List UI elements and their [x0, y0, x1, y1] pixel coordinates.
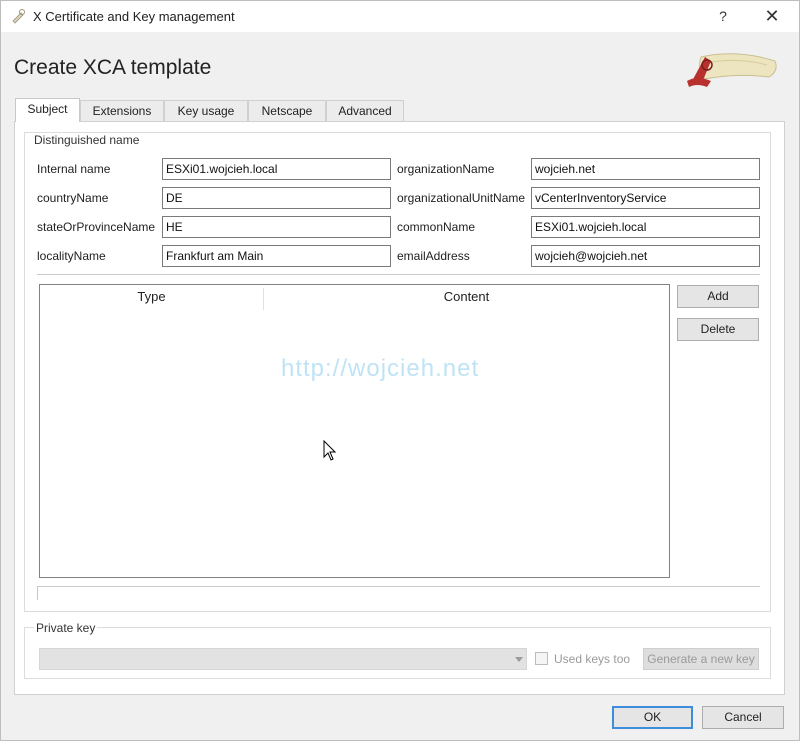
country-name-field[interactable]: DE: [162, 187, 391, 209]
tab-extensions[interactable]: Extensions: [80, 100, 164, 121]
generate-new-key-button[interactable]: Generate a new key: [643, 648, 759, 670]
add-button[interactable]: Add: [677, 285, 759, 308]
organizational-unit-label: organizationalUnitName: [397, 191, 526, 205]
country-name-label: countryName: [37, 191, 109, 205]
xca-scroll-logo-icon: [687, 53, 777, 87]
type-column-header[interactable]: Type: [40, 285, 263, 309]
dialog-heading: Create XCA template: [14, 56, 212, 79]
close-button[interactable]: ✕: [759, 4, 785, 28]
locality-name-label: localityName: [37, 249, 106, 263]
content-column-header[interactable]: Content: [264, 285, 669, 309]
locality-name-field[interactable]: Frankfurt am Main: [162, 245, 391, 267]
title-bar: X Certificate and Key management ? ✕: [1, 1, 799, 32]
internal-name-label: Internal name: [37, 162, 111, 176]
private-key-select[interactable]: [39, 648, 527, 670]
separator-top: [37, 274, 760, 275]
delete-button[interactable]: Delete: [677, 318, 759, 341]
ok-button[interactable]: OK: [612, 706, 693, 729]
separator-tick: [37, 586, 38, 600]
email-address-label: emailAddress: [397, 249, 470, 263]
help-button[interactable]: ?: [713, 6, 733, 26]
state-or-province-field[interactable]: HE: [162, 216, 391, 238]
used-keys-checkbox[interactable]: [535, 652, 548, 665]
separator-bottom: [37, 586, 760, 587]
cancel-button[interactable]: Cancel: [702, 706, 784, 729]
used-keys-label: Used keys too: [554, 652, 631, 666]
distinguished-name-title: Distinguished name: [32, 133, 142, 147]
tab-advanced[interactable]: Advanced: [326, 100, 404, 121]
certificate-app-icon: [12, 9, 25, 24]
subject-tab-panel: Distinguished name Internal name ESXi01.…: [14, 121, 785, 695]
internal-name-field[interactable]: ESXi01.wojcieh.local: [162, 158, 391, 180]
email-address-field[interactable]: wojcieh@wojcieh.net: [531, 245, 760, 267]
organizational-unit-field[interactable]: vCenterInventoryService: [531, 187, 760, 209]
tab-key-usage[interactable]: Key usage: [164, 100, 248, 121]
window-title: X Certificate and Key management: [33, 9, 235, 24]
state-or-province-label: stateOrProvinceName: [37, 220, 156, 234]
mouse-cursor-icon: [323, 440, 337, 461]
chevron-down-icon: [515, 657, 523, 662]
extra-entries-table[interactable]: Type Content http://wojcieh.net: [39, 284, 670, 578]
dialog-window: X Certificate and Key management ? ✕ Cre…: [0, 0, 800, 741]
organization-name-field[interactable]: wojcieh.net: [531, 158, 760, 180]
common-name-label: commonName: [397, 220, 476, 234]
private-key-title: Private key: [34, 621, 98, 635]
common-name-field[interactable]: ESXi01.wojcieh.local: [531, 216, 760, 238]
tab-netscape[interactable]: Netscape: [248, 100, 326, 121]
watermark-text: http://wojcieh.net: [281, 355, 480, 382]
organization-name-label: organizationName: [397, 162, 495, 176]
tab-subject[interactable]: Subject: [15, 98, 80, 122]
